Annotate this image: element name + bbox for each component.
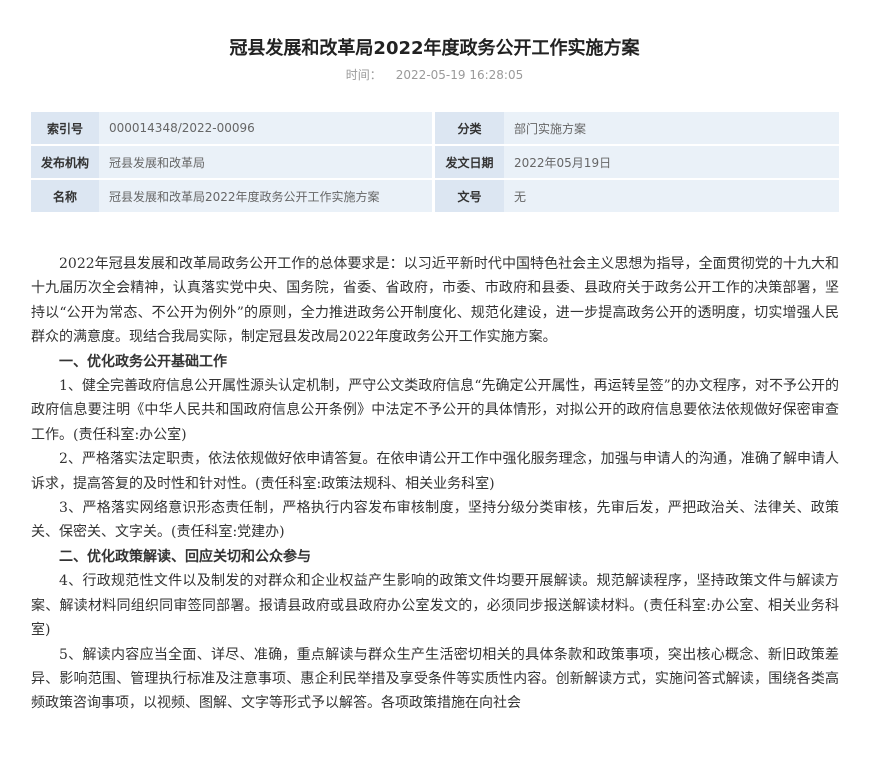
document-page: 冠县发展和改革局2022年度政务公开工作实施方案 时间： 2022-05-19 1… [0, 0, 869, 757]
paragraph-item-4: 4、行政规范性文件以及制发的对群众和企业权益产生影响的政策文件均要开展解读。规范… [31, 573, 839, 639]
value-doc-number: 无 [504, 180, 839, 212]
label-index-number: 索引号 [31, 112, 99, 144]
value-publisher: 冠县发展和改革局 [99, 146, 435, 178]
paragraph-item-3: 3、严格落实网络意识形态责任制，严格执行内容发布审核制度，坚持分级分类审核，先审… [31, 500, 839, 541]
paragraph-item-2: 2、严格落实法定职责，依法依规做好依申请答复。在依申请公开工作中强化服务理念，加… [31, 451, 839, 492]
section-heading-2: 二、优化政策解读、回应关切和公众参与 [59, 548, 311, 565]
article-body: 2022年冠县发展和改革局政务公开工作的总体要求是：以习近平新时代中国特色社会主… [31, 252, 839, 716]
document-info-table: 索引号 000014348/2022-00096 分类 部门实施方案 发布机构 … [31, 110, 839, 214]
value-category: 部门实施方案 [504, 112, 839, 144]
label-publisher: 发布机构 [31, 146, 99, 178]
intro-paragraph: 2022年冠县发展和改革局政务公开工作的总体要求是：以习近平新时代中国特色社会主… [31, 256, 839, 346]
info-row-index: 索引号 000014348/2022-00096 分类 部门实施方案 [31, 112, 839, 144]
page-title: 冠县发展和改革局2022年度政务公开工作实施方案 [229, 38, 640, 59]
publish-time: 时间： 2022-05-19 16:28:05 [0, 66, 869, 83]
info-row-name: 名称 冠县发展和改革局2022年度政务公开工作实施方案 文号 无 [31, 180, 839, 212]
value-issue-date: 2022年05月19日 [504, 146, 839, 178]
label-issue-date: 发文日期 [435, 146, 504, 178]
value-name: 冠县发展和改革局2022年度政务公开工作实施方案 [99, 180, 435, 212]
paragraph-item-5: 5、解读内容应当全面、详尽、准确，重点解读与群众生产生活密切相关的具体条款和政策… [31, 646, 839, 712]
label-category: 分类 [435, 112, 504, 144]
label-doc-number: 文号 [435, 180, 504, 212]
section-heading-1: 一、优化政务公开基础工作 [59, 353, 227, 370]
time-label: 时间： [345, 68, 382, 82]
paragraph-item-1: 1、健全完善政府信息公开属性源头认定机制，严守公文类政府信息“先确定公开属性，再… [31, 378, 839, 443]
info-row-publisher: 发布机构 冠县发展和改革局 发文日期 2022年05月19日 [31, 146, 839, 178]
label-name: 名称 [31, 180, 99, 212]
time-value: 2022-05-19 16:28:05 [395, 68, 524, 82]
value-index-number: 000014348/2022-00096 [99, 112, 435, 144]
